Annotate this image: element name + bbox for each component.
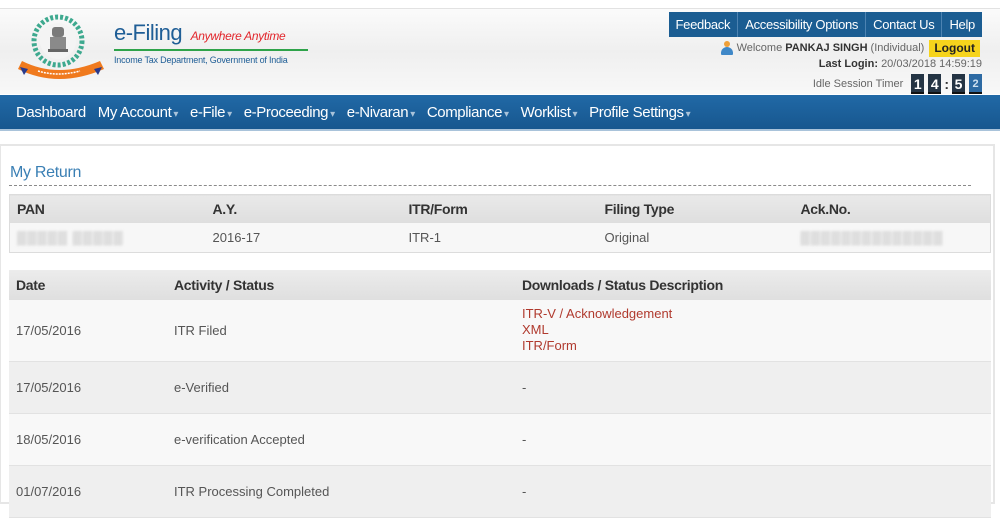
timer-digit: 2 <box>969 74 982 94</box>
section-divider <box>9 185 971 186</box>
section-title: My Return <box>10 164 82 181</box>
timer-digit: 5 <box>952 74 965 94</box>
nav-label: e-Nivaran <box>346 103 409 121</box>
user-type: (Individual) <box>870 42 925 54</box>
activity-cell: ITR Processing Completed <box>167 465 515 518</box>
main-nav: Dashboard My Account ▾ e-File ▾ e-Proceedi… <box>0 95 1000 131</box>
ay-value: 2016-17 <box>205 222 402 253</box>
logout-button[interactable]: Logout <box>929 39 980 57</box>
itr-v-acknowledgement-link[interactable]: ITR-V / Acknowledgement <box>522 306 991 322</box>
caret-down-icon: ▾ <box>173 108 178 120</box>
brand-divider <box>114 49 308 51</box>
caret-down-icon: ▾ <box>572 108 578 120</box>
date-cell: 17/05/2016 <box>9 300 167 362</box>
column-header-date: Date <box>9 270 167 300</box>
caret-down-icon: ▾ <box>410 108 415 120</box>
column-header-ay: A.Y. <box>205 194 402 223</box>
idle-session-timer: Idle Session Timer 1 4 : 5 2 <box>813 74 984 94</box>
nav-label: e-Proceeding <box>243 103 329 121</box>
pan-value: ▒▒▒▒▒ ▒▒▒▒▒ <box>17 229 124 245</box>
caret-down-icon: ▾ <box>330 108 335 120</box>
emblem-logo-icon <box>18 14 104 79</box>
feedback-link[interactable]: Feedback <box>669 12 738 37</box>
brand-tagline: Anywhere Anytime <box>190 29 286 43</box>
table-header-row: PAN A.Y. ITR/Form Filing Type Ack.No. <box>9 194 991 223</box>
site-header: e-Filing Anywhere Anytime Income Tax Dep… <box>0 8 1000 94</box>
nav-e-proceeding[interactable]: e-Proceeding ▾ <box>238 104 341 121</box>
status-history-table: Date Activity / Status Downloads / Statu… <box>9 270 991 518</box>
caret-down-icon: ▾ <box>227 108 232 120</box>
filing-type-value: Original <box>597 222 794 253</box>
nav-label: Worklist <box>520 103 571 121</box>
description-cell: - <box>515 361 991 414</box>
timer-digit: 1 <box>911 74 925 94</box>
help-link[interactable]: Help <box>941 12 982 37</box>
activity-cell: e-verification Accepted <box>167 413 515 466</box>
last-login-label: Last Login: <box>818 58 878 70</box>
nav-compliance[interactable]: Compliance ▾ <box>421 104 515 121</box>
timer-digit: 4 <box>928 74 942 94</box>
last-login: Last Login: 20/03/2018 14:59:19 <box>819 58 982 70</box>
activity-cell: e-Verified <box>167 361 515 414</box>
nav-e-nivaran[interactable]: e-Nivaran ▾ <box>341 104 421 121</box>
return-summary-table: PAN A.Y. ITR/Form Filing Type Ack.No. ▒▒… <box>9 194 991 253</box>
brand-title: e-Filing <box>114 20 183 45</box>
table-row: 17/05/2016 ITR Filed ITR-V / Acknowledge… <box>9 300 991 362</box>
nav-e-file[interactable]: e-File ▾ <box>184 104 238 121</box>
date-cell: 18/05/2016 <box>9 413 167 466</box>
contact-us-link[interactable]: Contact Us <box>865 12 941 37</box>
nav-label: Dashboard <box>16 103 86 121</box>
welcome-line: Welcome PANKAJ SINGH (Individual) Logout <box>720 39 980 57</box>
itr-form-download-link[interactable]: ITR/Form <box>522 338 991 354</box>
column-header-ack-no: Ack.No. <box>793 194 991 223</box>
column-header-itr-form: ITR/Form <box>401 194 598 223</box>
table-row: 17/05/2016 e-Verified - <box>9 361 991 414</box>
nav-label: Profile Settings <box>589 103 684 121</box>
caret-down-icon: ▾ <box>685 108 691 120</box>
nav-my-account[interactable]: My Account ▾ <box>92 104 184 121</box>
nav-worklist[interactable]: Worklist ▾ <box>515 104 583 121</box>
nav-label: e-File <box>189 103 226 121</box>
accessibility-options-link[interactable]: Accessibility Options <box>737 12 865 37</box>
description-cell: - <box>515 413 991 466</box>
activity-cell: ITR Filed <box>167 300 515 362</box>
user-icon <box>720 41 734 55</box>
itr-form-value: ITR-1 <box>401 222 598 253</box>
last-login-value: 20/03/2018 14:59:19 <box>881 58 982 70</box>
table-row: 18/05/2016 e-verification Accepted - <box>9 413 991 466</box>
brand-subtitle: Income Tax Department, Government of Ind… <box>114 55 288 65</box>
table-row: 01/07/2016 ITR Processing Completed - <box>9 465 991 518</box>
nav-profile-settings[interactable]: Profile Settings ▾ <box>583 104 696 121</box>
date-cell: 17/05/2016 <box>9 361 167 414</box>
date-cell: 01/07/2016 <box>9 465 167 518</box>
caret-down-icon: ▾ <box>504 108 509 120</box>
my-return-panel: My Return PAN A.Y. ITR/Form Filing Type … <box>0 144 995 518</box>
brand-block: e-Filing Anywhere Anytime Income Tax Dep… <box>114 21 308 65</box>
top-links-bar: Feedback Accessibility Options Contact U… <box>668 12 982 37</box>
column-header-filing-type: Filing Type <box>597 194 794 223</box>
timer-colon: : <box>944 76 949 92</box>
idle-timer-label: Idle Session Timer <box>812 78 904 90</box>
table-header-row: Date Activity / Status Downloads / Statu… <box>9 270 991 300</box>
xml-download-link[interactable]: XML <box>522 322 991 338</box>
nav-dashboard[interactable]: Dashboard <box>10 104 92 121</box>
ack-no-value: ▒▒▒▒▒▒▒▒▒▒▒▒▒▒ <box>800 229 944 245</box>
user-name: PANKAJ SINGH <box>785 42 868 54</box>
column-header-downloads: Downloads / Status Description <box>515 270 991 300</box>
description-cell: - <box>515 465 991 518</box>
nav-label: Compliance <box>426 103 503 121</box>
column-header-activity: Activity / Status <box>167 270 515 300</box>
downloads-cell: ITR-V / Acknowledgement XML ITR/Form <box>515 300 991 362</box>
table-row: ▒▒▒▒▒ ▒▒▒▒▒ 2016-17 ITR-1 Original ▒▒▒▒▒… <box>9 222 991 253</box>
nav-label: My Account <box>97 103 172 121</box>
welcome-prefix: Welcome <box>736 42 783 54</box>
column-header-pan: PAN <box>9 194 206 223</box>
